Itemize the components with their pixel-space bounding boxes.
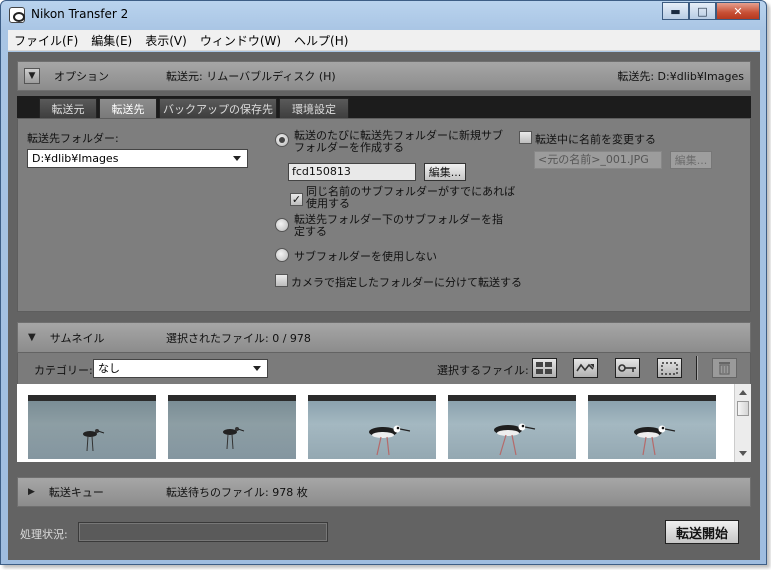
radio-specify-subfolder-label: 転送先フォルダー下のサブフォルダーを指定する	[294, 213, 503, 238]
client-area: ▼ オプション 転送元: リムーバブルディスク (H) 転送先: D:¥dlib…	[8, 52, 760, 560]
window-title: Nikon Transfer 2	[31, 7, 129, 21]
menu-help[interactable]: ヘルプ(H)	[294, 32, 348, 49]
thumbnail-3[interactable]	[308, 395, 436, 459]
tab-preferences[interactable]: 環境設定	[279, 98, 349, 118]
camera-app-icon	[9, 7, 25, 23]
triangle-right-icon[interactable]: ▶	[28, 487, 35, 497]
rename-example-field: <元の名前>_001.JPG	[534, 151, 662, 169]
wave-arrow-icon	[576, 363, 594, 372]
queue-pending-count: 転送待ちのファイル: 978 枚	[166, 486, 308, 499]
dest-folder-value: D:¥dlib¥Images	[32, 152, 119, 165]
check-camera-folders[interactable]	[275, 274, 288, 287]
tab-destination[interactable]: 転送先	[99, 98, 157, 118]
deselect-button[interactable]	[657, 358, 682, 378]
radio-specify-subfolder[interactable]	[275, 218, 289, 232]
destination-panel: 転送先フォルダー: D:¥dlib¥Images 転送のたびに転送先フォルダーに…	[17, 118, 751, 312]
status-label: 処理状況:	[20, 528, 68, 541]
scroll-up-icon[interactable]	[739, 390, 747, 395]
triangle-down-icon: ▼	[28, 71, 36, 81]
thumbnail-strip[interactable]	[17, 384, 751, 462]
check-same-name[interactable]: ✓	[290, 193, 303, 206]
window-controls: ▬ □ ✕	[662, 2, 760, 20]
options-destination: 転送先: D:¥dlib¥Images	[617, 70, 744, 83]
tab-source[interactable]: 転送元	[39, 98, 97, 118]
menu-view[interactable]: 表示(V)	[145, 32, 187, 49]
category-label: カテゴリー:	[34, 364, 93, 377]
bird-image	[83, 429, 105, 452]
options-title: オプション	[54, 70, 109, 83]
thumbnail-toolbar: カテゴリー: なし 選択するファイル:	[17, 353, 751, 384]
subfolder-name-field[interactable]: fcd150813	[288, 163, 416, 181]
tab-backup[interactable]: バックアップの保存先	[159, 98, 277, 118]
title-bar[interactable]: Nikon Transfer 2 ▬ □ ✕	[1, 1, 766, 29]
menu-edit[interactable]: 編集(E)	[91, 32, 132, 49]
menu-file[interactable]: ファイル(F)	[14, 32, 78, 49]
delete-button	[712, 358, 737, 378]
thumbnail-5[interactable]	[588, 395, 716, 459]
select-all-button[interactable]	[532, 358, 557, 378]
app-window: Nikon Transfer 2 ▬ □ ✕ ファイル(F) 編集(E) 表示(…	[0, 0, 767, 565]
select-new-button[interactable]	[573, 358, 598, 378]
marquee-icon	[661, 361, 678, 375]
thumbnail-title: サムネイル	[49, 331, 105, 345]
check-rename[interactable]	[519, 131, 532, 144]
menu-bar: ファイル(F) 編集(E) 表示(V) ウィンドウ(W) ヘルプ(H)	[8, 30, 760, 51]
subfolder-edit-button[interactable]: 編集...	[424, 163, 466, 181]
start-transfer-button[interactable]: 転送開始	[665, 520, 739, 544]
status-bar: 処理状況: 転送開始	[8, 514, 760, 560]
category-value: なし	[98, 362, 120, 375]
radio-no-subfolder[interactable]	[275, 248, 289, 262]
bird-image	[369, 425, 411, 456]
radio-new-subfolder[interactable]	[275, 133, 289, 147]
options-collapse-toggle[interactable]: ▼	[24, 68, 40, 84]
thumbnail-4[interactable]	[448, 395, 576, 459]
category-select[interactable]: なし	[93, 359, 268, 378]
maximize-button[interactable]: □	[689, 2, 716, 20]
thumbnail-scrollbar[interactable]	[734, 384, 751, 462]
options-tabs: 転送元 転送先 バックアップの保存先 環境設定	[17, 96, 751, 118]
toolbar-divider	[696, 356, 698, 380]
chevron-down-icon	[233, 156, 241, 161]
check-camera-folders-label: カメラで指定したフォルダーに分けて転送する	[291, 276, 522, 289]
minimize-button[interactable]: ▬	[662, 2, 689, 20]
dest-folder-label: 転送先フォルダー:	[27, 132, 119, 145]
menu-window[interactable]: ウィンドウ(W)	[200, 32, 281, 49]
options-header[interactable]: ▼ オプション 転送元: リムーバブルディスク (H) 転送先: D:¥dlib…	[17, 61, 751, 91]
bird-image	[223, 427, 245, 450]
chevron-down-icon	[253, 366, 261, 371]
key-icon	[618, 364, 636, 372]
thumbnail-2[interactable]	[168, 395, 296, 459]
grid-icon	[536, 361, 552, 374]
thumbnail-1[interactable]	[28, 395, 156, 459]
options-source: 転送元: リムーバブルディスク (H)	[166, 70, 336, 83]
trash-icon	[719, 362, 730, 375]
scroll-thumb[interactable]	[737, 401, 749, 416]
close-button[interactable]: ✕	[716, 2, 760, 20]
select-protected-button[interactable]	[615, 358, 640, 378]
queue-header[interactable]: ▶ 転送キュー 転送待ちのファイル: 978 枚	[17, 477, 751, 507]
queue-title: 転送キュー	[48, 486, 104, 499]
selected-files-count: 選択されたファイル: 0 / 978	[166, 331, 311, 345]
dest-folder-select[interactable]: D:¥dlib¥Images	[27, 149, 248, 168]
progress-bar	[78, 522, 328, 542]
check-rename-label: 転送中に名前を変更する	[535, 133, 656, 146]
rename-edit-button: 編集...	[670, 151, 712, 169]
scroll-down-icon[interactable]	[739, 451, 747, 456]
triangle-down-icon[interactable]: ▼	[28, 332, 36, 343]
radio-new-subfolder-label: 転送のたびに転送先フォルダーに新規サブフォルダーを作成する	[294, 129, 503, 154]
check-same-name-label: 同じ名前のサブフォルダーがすでにあれば使用する	[306, 185, 516, 210]
select-files-label: 選択するファイル:	[437, 364, 529, 377]
bird-image	[494, 423, 536, 456]
thumbnail-header[interactable]: ▼ サムネイル 選択されたファイル: 0 / 978	[17, 322, 751, 352]
radio-no-subfolder-label: サブフォルダーを使用しない	[294, 250, 437, 263]
bird-image	[634, 425, 676, 456]
